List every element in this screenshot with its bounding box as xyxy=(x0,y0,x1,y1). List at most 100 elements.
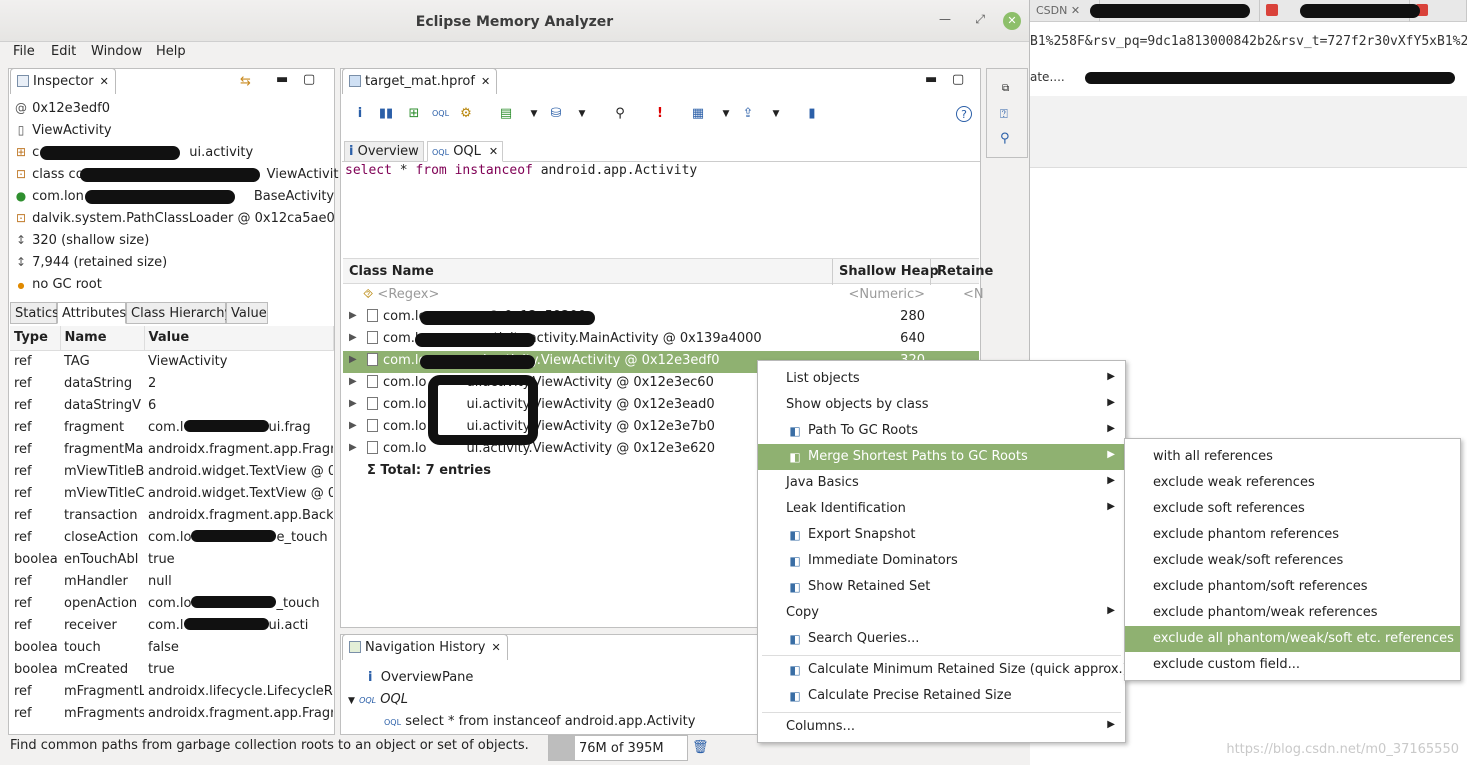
dominator-tree-icon[interactable]: ⊞ xyxy=(406,106,422,122)
tab-navigation-history[interactable]: Navigation History ✕ xyxy=(342,634,508,660)
tab-hprof[interactable]: target_mat.hprof ✕ xyxy=(342,68,498,94)
submenu-item[interactable]: with all references xyxy=(1125,444,1460,470)
query-browser-icon[interactable]: ⛁ xyxy=(548,106,564,122)
chevron-down-icon[interactable]: ▼ xyxy=(718,106,734,122)
search-icon[interactable]: ⚲ xyxy=(612,106,628,122)
table-row[interactable]: ref mFragmentL androidx.lifecycle.Lifecycl… xyxy=(10,680,333,702)
info-icon[interactable]: i xyxy=(352,106,368,122)
minimize-icon[interactable]: — xyxy=(939,12,951,26)
submenu-item[interactable]: exclude weak/soft references xyxy=(1125,548,1460,574)
chevron-down-icon[interactable]: ▼ xyxy=(574,106,590,122)
close-tab-icon[interactable]: ✕ xyxy=(481,75,490,88)
help-contents-icon[interactable]: ⍰ xyxy=(1000,107,1008,122)
submenu-item[interactable]: exclude phantom/soft references xyxy=(1125,574,1460,600)
minimize-panel-icon[interactable]: ▬ xyxy=(925,72,937,87)
help-icon[interactable]: ? xyxy=(956,106,972,122)
close-tab-icon[interactable]: ✕ xyxy=(100,75,109,88)
tab-attributes[interactable]: Attributes xyxy=(57,302,126,324)
table-row[interactable]: ref dataStringV 6 xyxy=(10,394,333,416)
tab-value[interactable]: Value xyxy=(226,302,268,324)
column-shallow-heap[interactable]: Shallow Heap xyxy=(839,264,939,279)
filter-row[interactable]: ⯑ <Regex> <Numeric> <N xyxy=(343,285,984,307)
menu-item[interactable]: ◧ Calculate Precise Retained Size xyxy=(758,683,1125,709)
numeric-filter[interactable]: <N xyxy=(963,287,984,302)
table-row[interactable]: ref transaction androidx.fragment.app.Back… xyxy=(10,504,333,526)
expand-icon[interactable]: ▶ xyxy=(349,332,357,343)
table-row[interactable]: boolea mCreated true xyxy=(10,658,333,680)
column-name[interactable]: Name xyxy=(60,326,145,351)
submenu-item[interactable]: exclude all phantom/weak/soft etc. refer… xyxy=(1125,626,1460,652)
run-report-icon[interactable]: ▤ xyxy=(498,106,514,122)
chevron-down-icon[interactable]: ▼ xyxy=(526,106,542,122)
oql-query-editor[interactable]: select * from instanceof android.app.Act… xyxy=(345,163,697,178)
error-icon[interactable]: ! xyxy=(652,106,668,122)
restore-icon[interactable]: ⧉ xyxy=(1002,83,1009,94)
export-icon[interactable]: ⇪ xyxy=(740,106,756,122)
menu-item[interactable]: ◧ Immediate Dominators xyxy=(758,548,1125,574)
menu-item[interactable]: ◧ Path To GC Roots ▶ xyxy=(758,418,1125,444)
table-row[interactable]: ref mViewTitleC android.widget.TextView @ … xyxy=(10,482,333,504)
chevron-down-icon[interactable]: ▼ xyxy=(768,106,784,122)
submenu-item[interactable]: exclude custom field... xyxy=(1125,652,1460,678)
table-row[interactable]: boolea touch false xyxy=(10,636,333,658)
tab-inspector[interactable]: Inspector ✕ xyxy=(10,68,116,94)
submenu-item[interactable]: exclude phantom references xyxy=(1125,522,1460,548)
menu-item[interactable]: Java Basics ▶ xyxy=(758,470,1125,496)
menu-item[interactable]: List objects ▶ xyxy=(758,366,1125,392)
table-row[interactable]: ref mViewTitleB android.widget.TextView @ … xyxy=(10,460,333,482)
thread-overview-icon[interactable]: ⚙ xyxy=(458,106,474,122)
column-type[interactable]: Type xyxy=(10,326,61,351)
close-icon[interactable]: ✕ xyxy=(1003,12,1021,30)
maximize-panel-icon[interactable]: ▢ xyxy=(303,72,315,87)
nav-item[interactable]: ▼ OQL OQL xyxy=(348,692,408,707)
nav-item[interactable]: OQL select * from instanceof android.app… xyxy=(384,714,695,729)
table-row[interactable]: ref fragment com.l ui.frag xyxy=(10,416,333,438)
table-row[interactable]: ref mHandler null xyxy=(10,570,333,592)
table-row[interactable]: ref TAG ViewActivity xyxy=(10,350,333,372)
menu-item[interactable]: ◧ Search Queries... xyxy=(758,626,1125,652)
minimize-panel-icon[interactable]: ▬ xyxy=(276,72,288,87)
column-retained-heap[interactable]: Retaine xyxy=(937,264,993,279)
maximize-panel-icon[interactable]: ▢ xyxy=(952,72,964,87)
expand-icon[interactable]: ▶ xyxy=(349,310,357,321)
submenu-item[interactable]: exclude weak references xyxy=(1125,470,1460,496)
oql-icon[interactable]: OQL xyxy=(432,106,449,122)
table-row[interactable]: ref closeAction com.lo e_touch xyxy=(10,526,333,548)
histogram-icon[interactable]: ▮▮ xyxy=(378,106,394,122)
menu-file[interactable]: File xyxy=(13,44,35,59)
submenu-item[interactable]: exclude soft references xyxy=(1125,496,1460,522)
column-value[interactable]: Value xyxy=(144,326,334,351)
tab-statics[interactable]: Statics xyxy=(10,302,59,324)
table-row[interactable]: boolea enTouchAbl true xyxy=(10,548,333,570)
trash-icon[interactable]: 🗑 xyxy=(692,740,709,755)
tab-oql[interactable]: OQL OQL ✕ xyxy=(427,141,504,162)
tab-class-hierarchy[interactable]: Class Hierarchy xyxy=(126,302,232,324)
expand-icon[interactable]: ▶ xyxy=(349,398,357,409)
search-help-icon[interactable]: ⚲ xyxy=(1000,131,1010,146)
menu-item[interactable]: Leak Identification ▶ xyxy=(758,496,1125,522)
submenu-item[interactable]: exclude phantom/weak references xyxy=(1125,600,1460,626)
tab-overview[interactable]: i Overview xyxy=(344,141,424,162)
table-row[interactable]: ref receiver com.l ui.acti xyxy=(10,614,333,636)
menu-help[interactable]: Help xyxy=(156,44,186,59)
expand-icon[interactable]: ▶ xyxy=(349,354,357,365)
restore-icon[interactable]: ⤢ xyxy=(975,12,985,27)
menu-item[interactable]: ◧ Show Retained Set xyxy=(758,574,1125,600)
menu-item[interactable]: ◧ Merge Shortest Paths to GC Roots ▶ xyxy=(758,444,1125,470)
chart-icon[interactable]: ▮ xyxy=(804,106,820,122)
close-tab-icon[interactable]: ✕ xyxy=(492,641,501,654)
menu-edit[interactable]: Edit xyxy=(51,44,76,59)
table-row[interactable]: ref fragmentMa androidx.fragment.app.Fragm xyxy=(10,438,333,460)
link-selection-icon[interactable]: ⇆ xyxy=(240,74,251,89)
menu-item[interactable]: Show objects by class ▶ xyxy=(758,392,1125,418)
browser-url[interactable]: B1%258F&rsv_pq=9dc1a813000842b2&rsv_t=72… xyxy=(1030,34,1467,49)
menu-item[interactable]: ◧ Export Snapshot xyxy=(758,522,1125,548)
nav-item[interactable]: i OverviewPane xyxy=(368,670,473,685)
table-row[interactable]: ref mFragments androidx.fragment.app.Fragm xyxy=(10,702,333,724)
numeric-filter[interactable]: <Numeric> xyxy=(833,287,925,302)
menu-window[interactable]: Window xyxy=(91,44,142,59)
bookmark-item[interactable]: ate.... xyxy=(1030,70,1065,84)
heap-status[interactable]: 76M of 395M xyxy=(548,735,688,761)
menu-item[interactable]: Columns... ▶ xyxy=(758,714,1125,740)
regex-filter[interactable]: ⯑ <Regex> xyxy=(363,287,439,302)
